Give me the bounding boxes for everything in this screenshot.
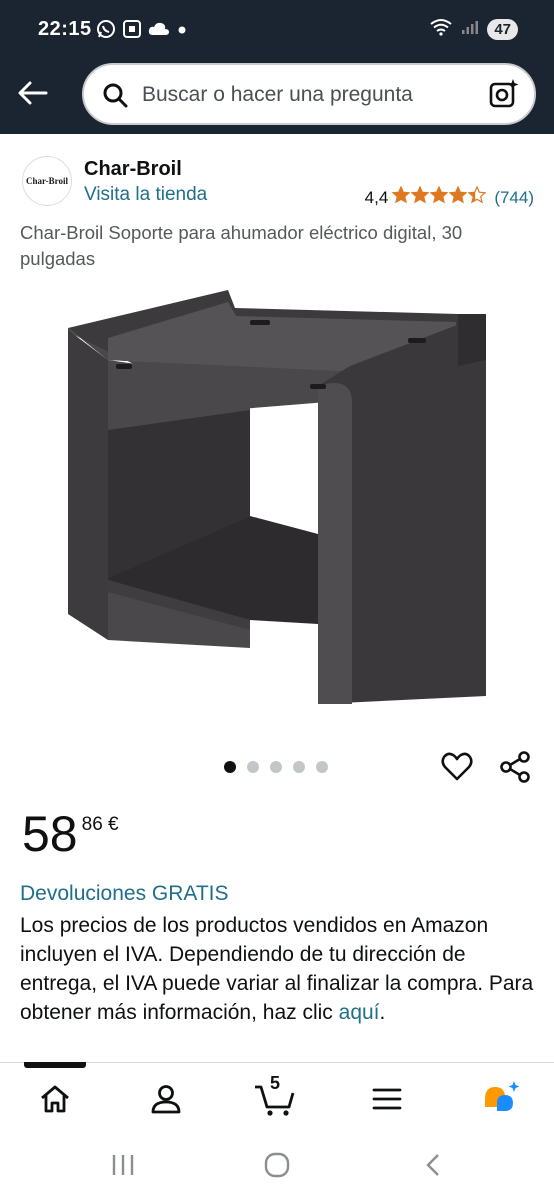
brand-logo[interactable]: Char-Broil <box>22 156 72 206</box>
recent-apps-button[interactable] <box>110 1152 136 1183</box>
back-button[interactable] <box>14 74 52 112</box>
status-time: 22:15 <box>38 18 92 40</box>
product-image[interactable] <box>60 280 500 710</box>
chevron-left-icon <box>426 1154 439 1176</box>
nav-rufus[interactable] <box>476 1077 526 1121</box>
vat-text: Los precios de los productos vendidos en… <box>20 914 534 1024</box>
carousel-dot[interactable] <box>316 761 328 773</box>
search-bar[interactable] <box>82 63 536 125</box>
home-circle-icon <box>264 1152 290 1178</box>
nav-cart[interactable]: 5 <box>250 1073 300 1121</box>
image-carousel-dots[interactable] <box>224 761 328 773</box>
vat-text-end: . <box>379 1001 386 1024</box>
brand-name[interactable]: Char-Broil <box>84 158 182 181</box>
rating-count[interactable]: (744) <box>494 188 534 208</box>
search-input[interactable] <box>142 80 462 110</box>
nav-menu[interactable] <box>362 1077 412 1121</box>
star-full-icon <box>448 185 468 209</box>
share-button[interactable] <box>498 750 532 789</box>
vat-info-link[interactable]: aquí <box>339 1001 380 1024</box>
bottom-nav: 5 <box>0 1062 554 1134</box>
battery-indicator: 47 <box>487 19 518 40</box>
home-button[interactable] <box>264 1152 290 1183</box>
status-notification-icons <box>96 19 188 44</box>
star-full-icon <box>391 185 411 209</box>
home-icon <box>41 1085 69 1113</box>
price-whole: 58 <box>22 806 78 862</box>
back-arrow-icon <box>18 81 48 105</box>
search-icon <box>102 82 128 113</box>
vat-info: Los precios de los productos vendidos en… <box>20 911 540 1027</box>
cart-count: 5 <box>270 1073 281 1093</box>
status-bar: 22:15 47 <box>0 0 554 62</box>
brand-logo-text: Char-Broil <box>26 176 68 186</box>
star-partial-icon <box>467 185 487 209</box>
price-fraction: 86 € <box>81 814 119 835</box>
star-full-icon <box>410 185 430 209</box>
nav-home[interactable] <box>30 1077 80 1121</box>
carousel-dot[interactable] <box>270 761 282 773</box>
rufus-ai-icon <box>485 1081 520 1111</box>
cloud-icon <box>148 21 170 42</box>
carousel-dot[interactable] <box>293 761 305 773</box>
status-system-icons: 47 <box>429 18 518 41</box>
share-icon <box>500 751 530 783</box>
product-price: 58 86 € <box>22 806 119 862</box>
camera-lens-icon[interactable] <box>488 78 520 115</box>
signal-icon <box>461 19 479 40</box>
rating-value: 4,4 <box>364 187 389 207</box>
rating-summary[interactable]: 4,4 (744) <box>364 185 534 209</box>
carousel-dot[interactable] <box>224 761 236 773</box>
heart-icon <box>441 752 473 781</box>
nav-account[interactable] <box>141 1077 191 1121</box>
menu-icon <box>372 1088 402 1110</box>
product-title: Char-Broil Soporte para ahumador eléctri… <box>20 222 463 269</box>
wifi-icon <box>429 18 453 41</box>
wishlist-button[interactable] <box>440 750 474 789</box>
recent-apps-icon <box>112 1155 134 1175</box>
search-header <box>0 62 554 134</box>
visit-store-link[interactable]: Visita la tienda <box>84 184 207 206</box>
star-full-icon <box>429 185 449 209</box>
free-returns-link[interactable]: Devoluciones GRATIS <box>20 882 229 906</box>
screenshot-icon <box>122 19 142 44</box>
system-back-button[interactable] <box>420 1152 446 1183</box>
whatsapp-icon <box>96 19 116 44</box>
rating-stars <box>391 185 487 209</box>
account-icon <box>151 1085 181 1114</box>
dot-icon <box>176 23 188 41</box>
system-nav-bar <box>0 1134 554 1200</box>
carousel-dot[interactable] <box>247 761 259 773</box>
active-tab-indicator <box>24 1062 86 1068</box>
